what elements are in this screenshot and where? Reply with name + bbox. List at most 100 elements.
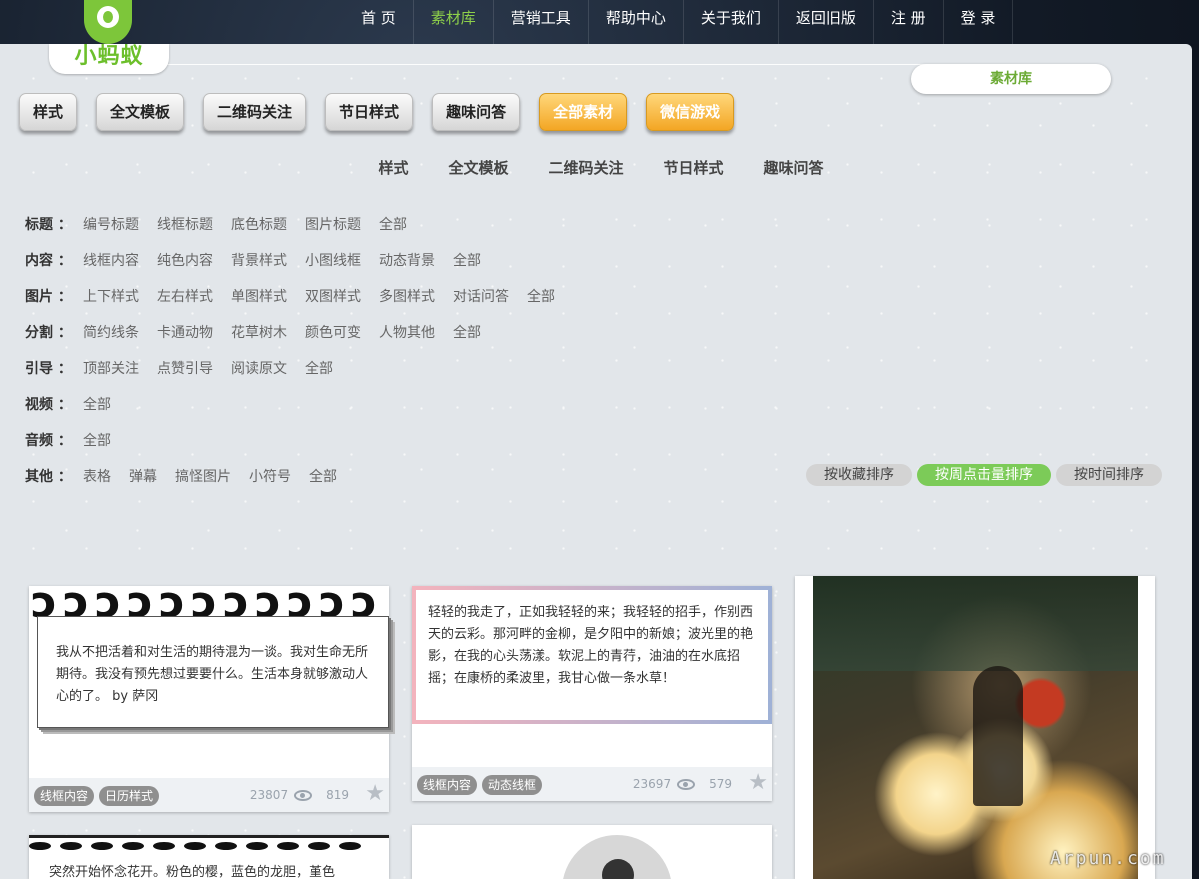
section-tab[interactable]: 素材库	[911, 64, 1111, 94]
star-icon[interactable]: ★	[365, 782, 385, 806]
category-wechat-games-button[interactable]: 微信游戏	[646, 93, 735, 131]
sort-by-favorites-button[interactable]: 按收藏排序	[806, 464, 912, 486]
filter-row: 标题 ： 编号标题 线框标题 底色标题 图片标题 全部	[25, 206, 573, 242]
nav-materials[interactable]: 素材库	[412, 0, 493, 44]
filter-option[interactable]: 颜色可变	[305, 322, 361, 342]
filter-option[interactable]: 弹幕	[129, 466, 157, 486]
filter-label: 其他 ：	[25, 469, 72, 485]
tape-roll-image	[562, 835, 672, 879]
material-card[interactable]	[412, 825, 772, 879]
watermark: Arpun.com	[1050, 848, 1166, 869]
filter-option[interactable]: 左右样式	[157, 286, 213, 306]
card-tag[interactable]: 动态线框	[482, 775, 543, 795]
filter-option[interactable]: 对话问答	[453, 286, 509, 306]
filter-option[interactable]: 双图样式	[305, 286, 361, 306]
nav-help-center[interactable]: 帮助中心	[587, 0, 683, 44]
main-nav: 首 页 素材库 营销工具 帮助中心 关于我们 返回旧版 注 册 登 录	[344, 0, 1014, 44]
nav-login[interactable]: 登 录	[942, 0, 1014, 44]
subnav-qrcode[interactable]: 二维码关注	[548, 157, 623, 178]
filter-option[interactable]: 单图样式	[231, 286, 287, 306]
content-panel: 小蚂蚁 素材库 样式 全文模板 二维码关注 节日样式 趣味问答 全部素材 微信游…	[0, 44, 1192, 879]
filter-option[interactable]: 全部	[527, 286, 555, 306]
filter-option[interactable]: 图片标题	[305, 214, 361, 234]
category-all-materials-button[interactable]: 全部素材	[539, 93, 628, 131]
filter-option[interactable]: 卡通动物	[157, 322, 213, 342]
filter-option[interactable]: 多图样式	[379, 286, 435, 306]
subnav-style[interactable]: 样式	[378, 157, 408, 178]
filter-label: 引导 ：	[25, 361, 72, 377]
card-text: 我从不把活着和对生活的期待混为一谈。我对生命无所期待。我没有预先想过要要什么。生…	[56, 645, 369, 704]
filter-option[interactable]: 编号标题	[83, 214, 139, 234]
category-style-button[interactable]: 样式	[19, 93, 78, 131]
view-count: 23697	[632, 777, 672, 791]
filter-option[interactable]: 小符号	[249, 466, 291, 486]
filter-option[interactable]: 表格	[83, 466, 111, 486]
nav-old-version[interactable]: 返回旧版	[777, 0, 873, 44]
sort-by-weekly-clicks-button[interactable]: 按周点击量排序	[917, 464, 1051, 486]
filter-label: 标题 ：	[25, 217, 72, 233]
filter-row: 其他 ： 表格 弹幕 搞怪图片 小符号 全部	[25, 458, 573, 494]
filter-option[interactable]: 全部	[453, 322, 481, 342]
filter-option[interactable]: 全部	[83, 394, 111, 414]
card-tag[interactable]: 日历样式	[99, 786, 160, 806]
filter-option[interactable]: 全部	[453, 250, 481, 270]
filter-row: 引导 ： 顶部关注 点赞引导 阅读原文 全部	[25, 350, 573, 386]
category-qrcode-button[interactable]: 二维码关注	[203, 93, 307, 131]
card-tag[interactable]: 线框内容	[34, 786, 95, 806]
material-card[interactable]: 突然开始怀念花开。粉色的樱，蓝色的龙胆，堇色	[29, 835, 389, 879]
filter-label: 音频 ：	[25, 433, 72, 449]
nav-register[interactable]: 注 册	[872, 0, 943, 44]
image-card[interactable]	[795, 576, 1155, 879]
filter-option[interactable]: 顶部关注	[83, 358, 139, 378]
filter-label: 分割 ：	[25, 325, 72, 341]
filter-row: 图片 ： 上下样式 左右样式 单图样式 双图样式 多图样式 对话问答 全部	[25, 278, 573, 314]
filter-row: 音频 ： 全部	[25, 422, 573, 458]
favorite-count: 819	[326, 788, 349, 802]
nav-home[interactable]: 首 页	[344, 0, 413, 44]
filter-option[interactable]: 全部	[379, 214, 407, 234]
filter-option[interactable]: 动态背景	[379, 250, 435, 270]
filter-option[interactable]: 背景样式	[231, 250, 287, 270]
filter-list: 标题 ：编号标题 线框标题 底色标题 图片标题 全部 内容 ：线框内容 纯色内容 背景样式 小图…	[25, 206, 573, 494]
category-holiday-button[interactable]: 节日样式	[325, 93, 414, 131]
filter-option[interactable]: 线框内容	[83, 250, 139, 270]
category-quiz-button[interactable]: 趣味问答	[432, 93, 521, 131]
filter-row: 内容 ： 线框内容 纯色内容 背景样式 小图线框 动态背景 全部	[25, 242, 573, 278]
category-full-template-button[interactable]: 全文模板	[96, 93, 185, 131]
logo-tab[interactable]: 小蚂蚁	[49, 44, 169, 74]
sort-by-time-button[interactable]: 按时间排序	[1056, 464, 1162, 486]
filter-option[interactable]: 人物其他	[379, 322, 435, 342]
scrollbar[interactable]	[1192, 44, 1199, 879]
sort-buttons: 按收藏排序 按周点击量排序 按时间排序	[806, 464, 1167, 486]
filter-option[interactable]: 上下样式	[83, 286, 139, 306]
filter-label: 视频 ：	[25, 397, 72, 413]
filter-option[interactable]: 花草树木	[231, 322, 287, 342]
card-tag[interactable]: 线框内容	[417, 775, 478, 795]
subnav-holiday[interactable]: 节日样式	[664, 157, 724, 178]
filter-option[interactable]: 全部	[83, 430, 111, 450]
subnav-full-template[interactable]: 全文模板	[448, 157, 508, 178]
filter-option[interactable]: 底色标题	[231, 214, 287, 234]
candle-photo	[813, 576, 1138, 879]
filter-option[interactable]: 线框标题	[157, 214, 213, 234]
material-card[interactable]: 轻轻的我走了，正如我轻轻的来；我轻轻的招手，作别西天的云彩。那河畔的金柳，是夕阳…	[412, 586, 772, 801]
subnav-quiz[interactable]: 趣味问答	[764, 157, 824, 178]
filter-option[interactable]: 简约线条	[83, 322, 139, 342]
view-count: 23807	[249, 788, 289, 802]
ant-logo-icon[interactable]	[84, 0, 132, 44]
eye-icon	[677, 778, 696, 790]
nav-marketing-tools[interactable]: 营销工具	[492, 0, 588, 44]
brand-logo-text: 小蚂蚁	[74, 44, 144, 69]
filter-option[interactable]: 小图线框	[305, 250, 361, 270]
filter-option[interactable]: 纯色内容	[157, 250, 213, 270]
filter-option[interactable]: 点赞引导	[157, 358, 213, 378]
filter-option[interactable]: 全部	[309, 466, 337, 486]
material-card[interactable]: ↄↄↄↄↄↄↄↄↄↄↄ 我从不把活着和对生活的期待混为一谈。我对生命无所期待。我…	[29, 581, 389, 812]
filter-option[interactable]: 阅读原文	[231, 358, 287, 378]
nav-about-us[interactable]: 关于我们	[682, 0, 778, 44]
star-icon[interactable]: ★	[748, 771, 768, 795]
card-footer: 线框内容 动态线框 23697 579 ★	[412, 767, 772, 801]
filter-option[interactable]: 全部	[305, 358, 333, 378]
card-footer: 线框内容 日历样式 23807 819 ★	[29, 778, 389, 812]
filter-option[interactable]: 搞怪图片	[175, 466, 231, 486]
